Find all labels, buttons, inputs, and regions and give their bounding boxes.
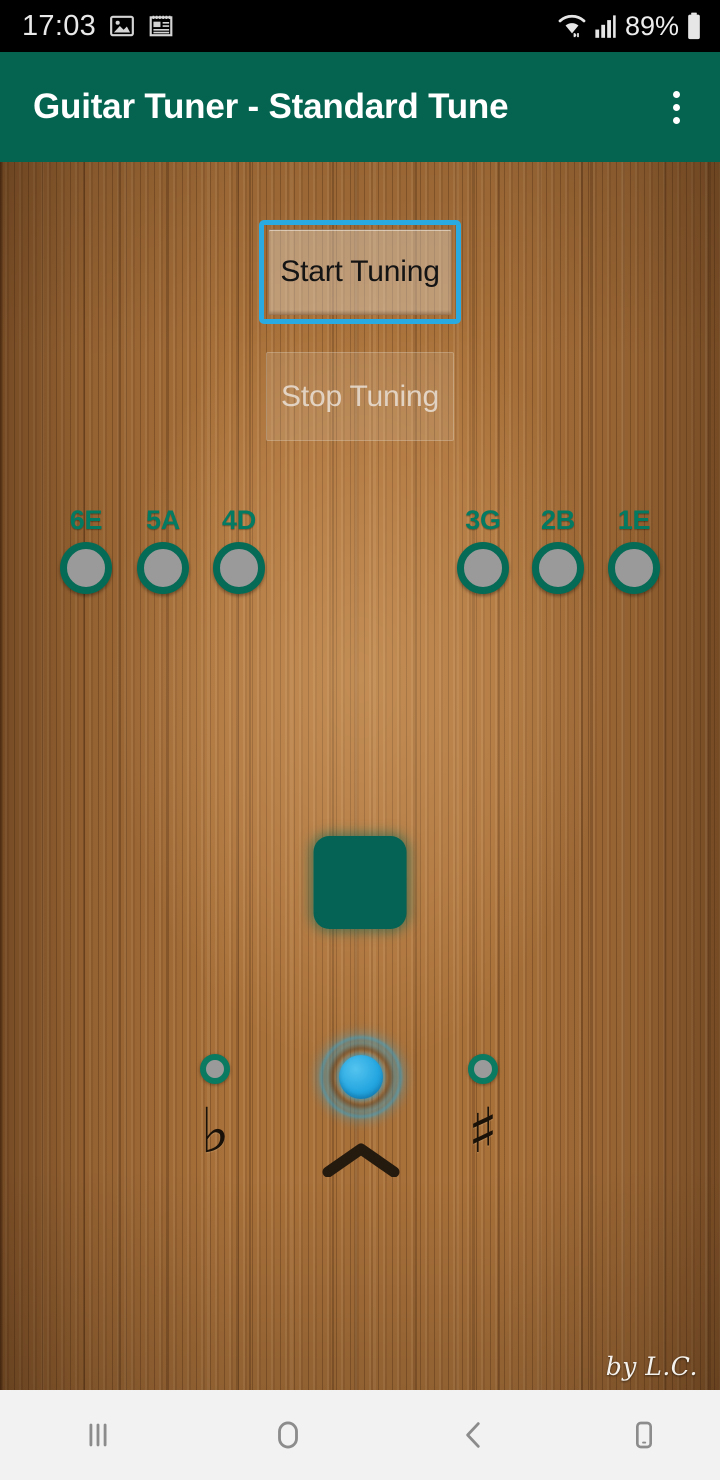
status-bar-left: 17:03 bbox=[22, 10, 174, 43]
string-button-4d[interactable]: 4D bbox=[202, 507, 276, 594]
in-tune-indicator[interactable] bbox=[322, 1039, 400, 1177]
start-tuning-button[interactable]: Start Tuning bbox=[268, 229, 452, 315]
nav-back-button[interactable] bbox=[381, 1390, 567, 1480]
overflow-menu-button[interactable] bbox=[646, 73, 706, 141]
overflow-dot-1 bbox=[672, 90, 680, 98]
string-label-5a: 5A bbox=[146, 505, 180, 535]
flat-indicator-dot bbox=[200, 1054, 230, 1084]
overflow-dot-3 bbox=[672, 116, 680, 124]
string-button-2b[interactable]: 2B bbox=[521, 507, 595, 594]
tuning-indicator-row: ♭ ♯ bbox=[0, 1024, 720, 1224]
notepad-icon bbox=[149, 15, 173, 37]
recents-icon bbox=[89, 1423, 107, 1447]
string-indicator-3g bbox=[457, 542, 509, 594]
nav-home-button[interactable] bbox=[195, 1390, 381, 1480]
start-tuning-focus-ring[interactable]: Start Tuning bbox=[259, 220, 461, 324]
flat-symbol-icon: ♭ bbox=[200, 1094, 230, 1167]
nav-device-button[interactable] bbox=[567, 1390, 720, 1480]
string-label-2b: 2B bbox=[541, 505, 575, 535]
sharp-indicator[interactable]: ♯ bbox=[468, 1054, 498, 1162]
string-indicator-4d bbox=[213, 542, 265, 594]
string-button-3g[interactable]: 3G bbox=[446, 507, 520, 594]
string-label-4d: 4D bbox=[222, 505, 256, 535]
status-bar: 17:03 89% bbox=[0, 0, 720, 52]
status-bar-right: 89% bbox=[557, 11, 702, 42]
string-label-3g: 3G bbox=[465, 505, 501, 535]
author-signature: by L.C. bbox=[605, 1352, 698, 1381]
in-tune-glow bbox=[323, 1039, 399, 1115]
tuner-main-panel: Start Tuning Stop Tuning 6E 5A 4D 3G 2B … bbox=[0, 162, 720, 1390]
string-label-1e: 1E bbox=[617, 505, 651, 535]
flat-indicator[interactable]: ♭ bbox=[200, 1054, 230, 1162]
string-indicator-5a bbox=[137, 542, 189, 594]
sharp-symbol-icon: ♯ bbox=[468, 1094, 499, 1167]
chevron-up-icon bbox=[322, 1143, 400, 1177]
system-navigation-bar bbox=[0, 1390, 720, 1480]
in-tune-indicator-dot bbox=[339, 1055, 383, 1099]
nav-recents-button[interactable] bbox=[0, 1390, 195, 1480]
gallery-image-icon bbox=[110, 15, 134, 37]
string-button-6e[interactable]: 6E bbox=[49, 507, 123, 594]
battery-percent-label: 89% bbox=[624, 10, 679, 41]
detected-note-display bbox=[313, 836, 407, 929]
cellular-signal-icon bbox=[595, 15, 616, 38]
page-title: Guitar Tuner - Standard Tune bbox=[33, 87, 509, 126]
device-icon bbox=[635, 1421, 652, 1449]
string-button-1e[interactable]: 1E bbox=[597, 507, 671, 594]
string-indicator-1e bbox=[608, 542, 660, 594]
phone-screen: 17:03 89% Guitar Tuner - Standard Tune S… bbox=[0, 0, 720, 1480]
string-button-5a[interactable]: 5A bbox=[126, 507, 200, 594]
app-bar: Guitar Tuner - Standard Tune bbox=[0, 52, 720, 162]
overflow-dot-2 bbox=[672, 103, 680, 111]
string-indicator-6e bbox=[60, 542, 112, 594]
string-label-6e: 6E bbox=[69, 505, 103, 535]
back-chevron-icon bbox=[466, 1422, 481, 1448]
string-indicator-2b bbox=[532, 542, 584, 594]
sharp-indicator-dot bbox=[468, 1054, 498, 1084]
wifi-icon bbox=[558, 14, 586, 38]
stop-tuning-button[interactable]: Stop Tuning bbox=[266, 352, 454, 441]
battery-icon bbox=[688, 12, 700, 40]
home-icon bbox=[278, 1421, 299, 1449]
status-clock: 17:03 bbox=[22, 9, 97, 42]
